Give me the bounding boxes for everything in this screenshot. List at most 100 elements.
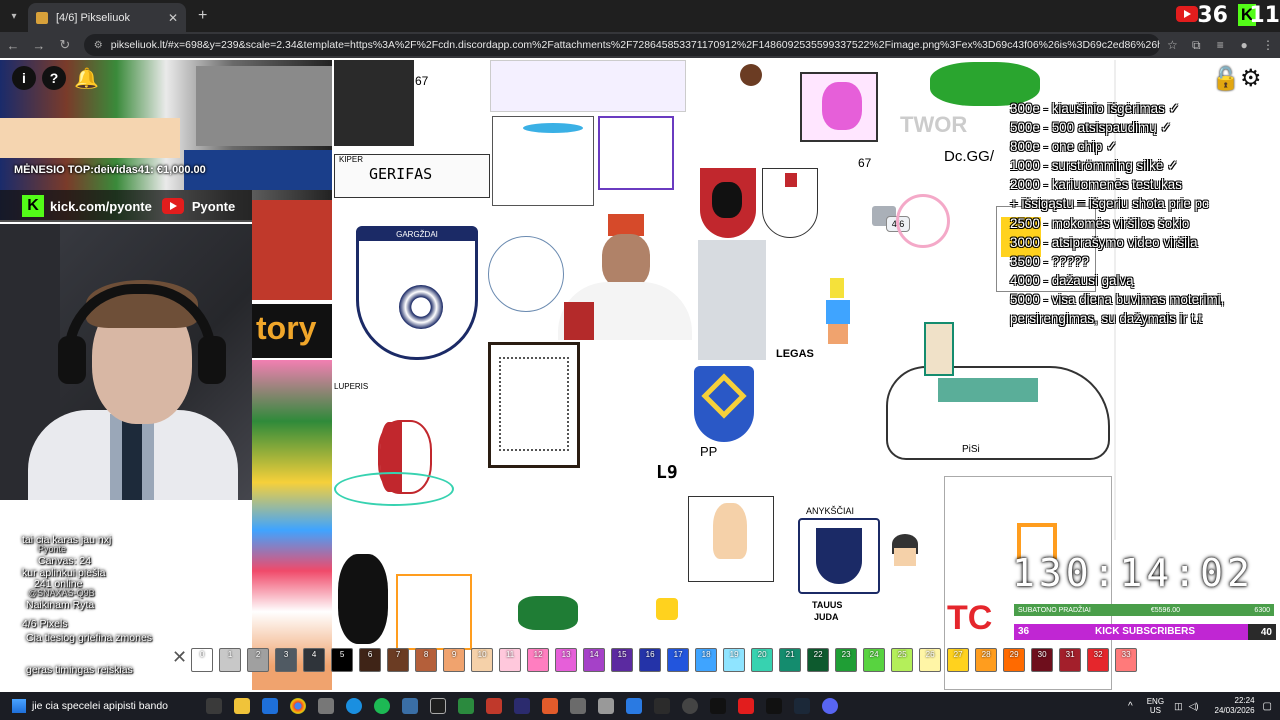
color-swatch[interactable]: 26 (919, 648, 942, 672)
taskbar-search[interactable]: jie cia specelei apipisti bando (32, 696, 192, 716)
windows-start-icon[interactable] (12, 699, 26, 713)
goal-item: + išsigąstu = išgeriu shota prie pc (1010, 196, 1209, 212)
discord-icon[interactable] (822, 698, 838, 714)
notifications-icon[interactable]: ▢ (1263, 701, 1272, 712)
subathon-label: SUBATONO PRADŽIAI (1018, 606, 1091, 614)
browser-menu-icon[interactable]: ⋮ (1256, 38, 1280, 52)
edge-icon[interactable] (346, 698, 362, 714)
color-swatch[interactable]: 9 (443, 648, 466, 672)
close-tab-icon[interactable]: ✕ (168, 11, 178, 25)
volume-icon[interactable]: ◁) (1189, 701, 1199, 712)
color-swatch[interactable]: 8 (415, 648, 438, 672)
goal-item: 2500 - mokomės viršilos šokio (1010, 215, 1190, 231)
pixel-art-blue-circle (488, 236, 564, 312)
app-red2-icon[interactable] (738, 698, 754, 714)
media-control-icon[interactable]: ≡ (1208, 38, 1232, 52)
tf-icon[interactable] (766, 698, 782, 714)
color-swatch[interactable]: 6 (359, 648, 382, 672)
color-swatch[interactable]: 31 (1059, 648, 1082, 672)
color-swatch[interactable]: 0 (191, 648, 214, 672)
network-icon[interactable]: ◫ (1174, 701, 1183, 712)
reload-icon[interactable]: ↻ (52, 37, 78, 53)
terminal-icon[interactable] (710, 698, 726, 714)
new-tab-icon[interactable]: + (198, 7, 207, 25)
color-swatch-number: 32 (1093, 650, 1103, 659)
color-swatch[interactable]: 19 (723, 648, 746, 672)
color-swatch[interactable]: 32 (1087, 648, 1110, 672)
brave-icon[interactable] (542, 698, 558, 714)
app-red-icon[interactable] (486, 698, 502, 714)
app-icon[interactable] (318, 698, 334, 714)
site-info-icon[interactable]: ⚙ (94, 40, 103, 51)
language-indicator[interactable]: ENG US (1147, 697, 1164, 715)
color-swatch[interactable]: 16 (639, 648, 662, 672)
color-swatch[interactable]: 3 (275, 648, 298, 672)
tab-search-icon[interactable]: ▾ (6, 8, 22, 24)
profile-icon[interactable]: ● (1232, 38, 1256, 52)
color-swatch[interactable]: 1 (219, 648, 242, 672)
color-swatch[interactable]: 14 (583, 648, 606, 672)
close-palette-icon[interactable]: ✕ (172, 648, 187, 668)
color-swatch[interactable]: 10 (471, 648, 494, 672)
color-swatch[interactable]: 21 (779, 648, 802, 672)
pixel-art-purple-frame (598, 116, 674, 190)
info-icon[interactable]: i (12, 66, 36, 90)
url-field[interactable]: ⚙ pikseliuok.lt/#x=698&y=239&scale=2.34&… (83, 34, 1161, 56)
youtube-viewer-count: 36 (1197, 3, 1228, 28)
steam-icon[interactable] (794, 698, 810, 714)
color-swatch[interactable]: 22 (807, 648, 830, 672)
obs-icon[interactable] (430, 698, 446, 714)
color-swatch-number: 11 (505, 650, 515, 659)
task-view-icon[interactable] (206, 698, 222, 714)
color-swatch[interactable]: 11 (499, 648, 522, 672)
color-swatch[interactable]: 25 (891, 648, 914, 672)
color-swatch[interactable]: 27 (947, 648, 970, 672)
store-icon[interactable] (262, 698, 278, 714)
github-icon[interactable] (682, 698, 698, 714)
color-swatch-number: 10 (477, 650, 487, 659)
color-swatch[interactable]: 23 (835, 648, 858, 672)
notepad-icon[interactable] (626, 698, 642, 714)
color-swatch-number: 1 (227, 650, 233, 659)
color-swatch[interactable]: 17 (667, 648, 690, 672)
color-swatch[interactable]: 4 (303, 648, 326, 672)
color-swatch[interactable]: 24 (863, 648, 886, 672)
color-swatch[interactable]: 20 (751, 648, 774, 672)
color-swatch[interactable]: 5 (331, 648, 354, 672)
chrome-icon[interactable] (290, 698, 306, 714)
color-swatch[interactable]: 7 (387, 648, 410, 672)
color-swatch-number: 17 (673, 650, 683, 659)
file-explorer-icon[interactable] (234, 698, 250, 714)
color-swatch[interactable]: 18 (695, 648, 718, 672)
app-green-icon[interactable] (458, 698, 474, 714)
photos-icon[interactable] (402, 698, 418, 714)
color-palette: ✕ 0 1 2 3 4 5 6 7 8 9 10 11 12 13 14 15 16 17 18 19 20 21 22 23… (172, 648, 1138, 682)
extensions-icon[interactable]: ⧉ (1184, 38, 1208, 53)
forward-icon[interactable]: → (26, 38, 52, 53)
pp-label: PP (700, 444, 718, 459)
color-swatch[interactable]: 29 (1003, 648, 1026, 672)
premiere-icon[interactable] (514, 698, 530, 714)
app-dark-icon[interactable] (654, 698, 670, 714)
bookmark-star-icon[interactable]: ☆ (1160, 38, 1184, 52)
lock-icon[interactable]: 🔓 (1212, 66, 1239, 91)
app-gray-icon[interactable] (570, 698, 586, 714)
color-swatch[interactable]: 30 (1031, 648, 1054, 672)
browser-tab-active[interactable]: [4/6] Pikseliuok ✕ (28, 3, 186, 33)
spotify-icon[interactable] (374, 698, 390, 714)
color-swatch[interactable]: 13 (555, 648, 578, 672)
color-swatch[interactable]: 15 (611, 648, 634, 672)
color-swatch[interactable]: 28 (975, 648, 998, 672)
color-swatch[interactable]: 2 (247, 648, 270, 672)
app-light-icon[interactable] (598, 698, 614, 714)
back-icon[interactable]: ← (0, 38, 26, 53)
color-swatch[interactable]: 12 (527, 648, 550, 672)
color-swatch[interactable]: 33 (1115, 648, 1138, 672)
help-icon[interactable]: ? (42, 66, 66, 90)
luperis-label: LUPERIS (334, 382, 369, 391)
notifications-bell-icon[interactable]: 🔔 (74, 66, 99, 90)
browser-tab-bar: ▾ [4/6] Pikseliuok ✕ + 36 K 11 (0, 0, 1280, 33)
settings-gear-icon[interactable]: ⚙ (1240, 64, 1266, 92)
tray-expand-icon[interactable]: ^ (1128, 701, 1133, 712)
system-clock[interactable]: 22:24 24/03/2026 (1215, 696, 1255, 716)
